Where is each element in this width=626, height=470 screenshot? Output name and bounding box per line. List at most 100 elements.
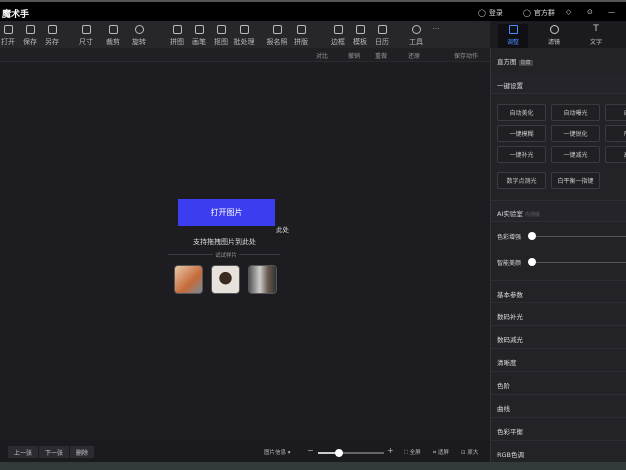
official-group-button[interactable]: ◯ 官方群 [523,8,555,18]
one-key-blur-button[interactable]: 一键模糊 [497,125,546,142]
layout-icon [296,25,306,34]
resize-icon [81,25,91,34]
tool-id-photo[interactable]: 报名照 [264,24,290,47]
color-enhance-slider[interactable] [533,236,626,237]
fullscreen-button[interactable]: ⛶ 全屏 [404,448,421,457]
crop-icon [108,25,118,34]
batch-icon [239,25,249,34]
tool-brush[interactable]: 画笔 [188,24,210,47]
auto-exposure-button[interactable]: 自动曝光 [551,104,600,121]
login-label: 登录 [488,9,503,17]
high-iso-button[interactable]: 高IS [605,146,626,163]
tool-batch[interactable]: 批处理 [232,24,256,47]
sub-toolbar: 对比 撤销 重做 还原 保存动作 [0,48,490,62]
zoom-in-icon[interactable]: + [387,446,394,455]
tool-border[interactable]: 边框 [327,24,349,47]
auto-button[interactable]: 自动 [605,104,626,121]
tool-label: 拼版 [294,38,308,46]
user-icon: ◯ [478,9,486,17]
panel-item-basic[interactable]: 基本参数 [491,280,626,303]
one-key-sharpen-button[interactable]: 一键锐化 [551,125,600,142]
panel-item-clarity[interactable]: 清晰度 [491,349,626,372]
ai-lab-header: AI实验室 内测版 [491,200,626,222]
tool-cutout[interactable]: 抠图 [210,24,232,47]
tool-size[interactable]: 尺寸 [75,24,97,47]
white-balance-button[interactable]: 白平衡一指键 [551,172,600,189]
border-icon [333,25,343,34]
adjust-panel: 直方图 隐藏 一键设置 自动美化 自动曝光 自动 一键模糊 一键锐化 严重 一键… [490,48,626,464]
skin-icon[interactable]: ◇ [566,8,571,16]
redo-button[interactable]: 重做 [375,51,387,60]
tool-save-as[interactable]: 另存 [41,24,63,47]
one-key-header: 一键设置 [491,74,626,94]
image-info-dropdown[interactable]: 图片信息 ▾ [264,448,291,456]
zoom-out-icon[interactable]: − [307,446,314,455]
sample-thumbnail[interactable] [174,265,203,294]
original-label: 原大 [467,450,479,456]
color-enhance-label: 色彩增强 [497,234,522,241]
smart-beauty-slider[interactable] [533,262,626,263]
tool-label: 打开 [1,38,15,46]
undo-button[interactable]: 撤销 [348,51,360,60]
smart-beauty-knob[interactable] [528,258,536,266]
tool-rotate[interactable]: 旋转 [128,24,150,47]
sample-thumbnail[interactable] [248,265,277,294]
color-enhance-knob[interactable] [528,232,536,240]
save-as-icon [47,25,57,34]
tool-collage[interactable]: 拼图 [166,24,188,47]
panel-item-fill-light[interactable]: 数码补光 [491,303,626,326]
tool-tools[interactable]: 工具 [405,24,427,47]
panel-item-color-balance[interactable]: 色彩平衡 [491,418,626,441]
delete-button[interactable]: 删除 [70,446,95,458]
auto-beautify-button[interactable]: 自动美化 [497,104,546,121]
tool-save[interactable]: 保存 [19,24,41,47]
tool-crop[interactable]: 裁剪 [102,24,124,47]
severe-button[interactable]: 严重 [605,125,626,142]
tool-label: 模板 [353,38,367,46]
minimize-icon[interactable]: — [608,8,615,16]
settings-icon[interactable]: ⊙ [587,8,593,16]
panel-item-rgb[interactable]: RGB色调 [491,441,626,464]
tool-layout[interactable]: 拼版 [290,24,312,47]
tool-label: 旋转 [132,38,146,46]
histogram-header[interactable]: 直方图 隐藏 [491,52,626,68]
title-bar: 魔术手 ◯ 登录 ◯ 官方群 ◇ ⊙ — [0,0,626,21]
fit-screen-button[interactable]: ⌗ 适屏 [433,448,449,457]
compare-button[interactable]: 对比 [316,51,328,60]
panel-item-reduce-light[interactable]: 数码减光 [491,326,626,349]
filter-icon [549,25,559,34]
prev-button[interactable]: 上一张 [8,446,39,458]
spot-metering-button[interactable]: 数字点测光 [497,172,546,189]
panel-item-curves[interactable]: 曲线 [491,395,626,418]
restore-button[interactable]: 还原 [408,51,420,60]
sample-thumbnail[interactable] [211,265,240,294]
tab-adjust[interactable]: 调整 [498,24,528,48]
smart-beauty-label: 智能美颜 [497,260,522,267]
save-action-button[interactable]: 保存动作 [454,51,478,60]
open-image-button[interactable]: 打开图片 [178,199,275,226]
tab-label: 滤镜 [547,39,560,46]
tool-open[interactable]: 打开 [0,24,19,47]
brush-icon [194,25,204,34]
panel-item-levels[interactable]: 色阶 [491,372,626,395]
tool-label: 日历 [375,38,389,46]
histogram-tag[interactable]: 隐藏 [518,60,533,66]
fit-label: 适屏 [437,450,449,456]
tab-text[interactable]: T 文字 [581,24,611,47]
next-button[interactable]: 下一张 [39,446,70,458]
tab-filter[interactable]: 滤镜 [539,24,569,46]
tool-calendar[interactable]: 日历 [371,24,393,47]
window-footer [0,462,626,470]
original-size-button[interactable]: ⊡ 原大 [461,448,478,456]
zoom-slider-knob[interactable] [335,449,343,457]
tool-more[interactable]: ... [425,23,447,31]
login-button[interactable]: ◯ 登录 [478,8,503,18]
more-icon: ... [432,23,440,31]
main-toolbar: 打开 保存 另存 尺寸 裁剪 旋转 拼图 画笔 抠图 批处理 报名照 拼版 边框… [0,21,490,48]
reduce-light-button[interactable]: 一键减光 [551,146,600,163]
tool-template[interactable]: 模板 [349,24,371,47]
canvas-area[interactable] [0,62,490,440]
tool-label: 拼图 [170,38,184,46]
text-icon: T [593,24,599,34]
fill-light-button[interactable]: 一键补光 [497,146,546,163]
